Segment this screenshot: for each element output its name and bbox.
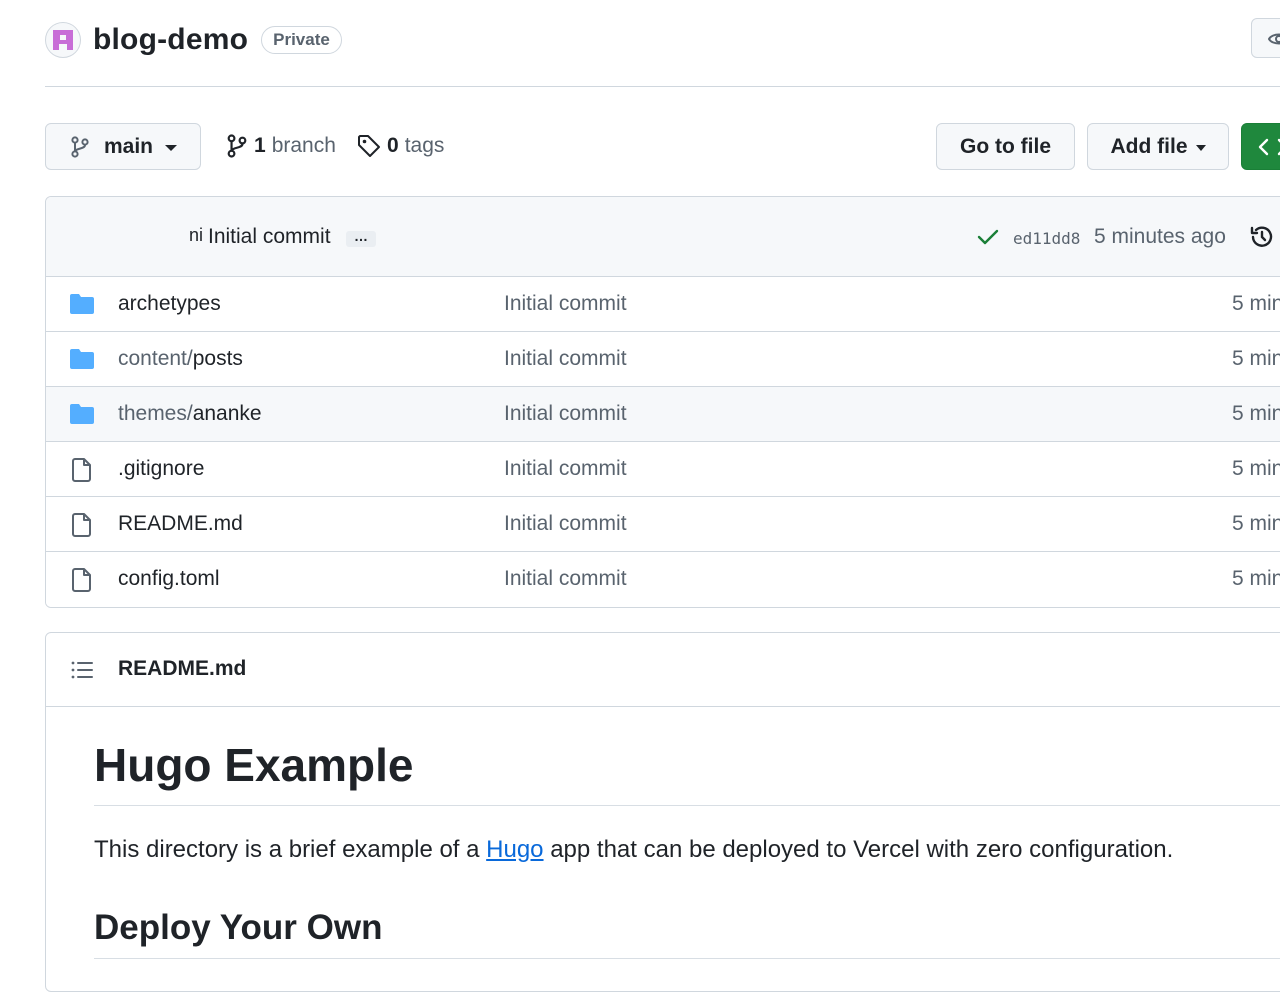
branch-count: 1 bbox=[254, 134, 266, 157]
git-branch-icon bbox=[71, 135, 89, 158]
file-row[interactable]: content/posts Initial commit 5 minutes a… bbox=[46, 332, 1280, 387]
file-commit-message[interactable]: Initial commit bbox=[504, 567, 627, 591]
commit-time: 5 minutes ago bbox=[1094, 225, 1226, 248]
tags-link[interactable]: 0 tags bbox=[357, 131, 444, 161]
file-age: 5 minutes ago bbox=[1232, 457, 1280, 480]
readme-heading: Hugo Example bbox=[94, 735, 1280, 806]
file-name-link[interactable]: config.toml bbox=[118, 567, 220, 591]
readme-filename[interactable]: README.md bbox=[118, 657, 246, 681]
readme-panel: README.md Hugo Example This directory is… bbox=[45, 632, 1280, 992]
tag-icon bbox=[358, 135, 380, 157]
list-unordered-icon[interactable] bbox=[70, 660, 94, 685]
file-name-part: archetypes bbox=[118, 292, 221, 315]
file-row[interactable]: themes/ananke Initial commit 5 minutes a… bbox=[46, 387, 1280, 442]
check-icon[interactable] bbox=[977, 227, 999, 252]
folder-icon bbox=[69, 403, 95, 430]
eye-icon bbox=[1268, 33, 1280, 45]
code-icon bbox=[1258, 138, 1280, 155]
add-file-button[interactable]: Add file bbox=[1087, 123, 1229, 170]
file-row[interactable]: README.md Initial commit 5 minutes ago bbox=[46, 497, 1280, 552]
folder-icon bbox=[69, 348, 95, 375]
history-icon[interactable] bbox=[1249, 224, 1275, 255]
file-row[interactable]: config.toml Initial commit 5 minutes ago bbox=[46, 552, 1280, 607]
file-dir-part: themes/ bbox=[118, 402, 193, 425]
owner-avatar[interactable] bbox=[45, 22, 81, 58]
file-name-link[interactable]: themes/ananke bbox=[118, 402, 262, 426]
branch-name: main bbox=[104, 134, 154, 158]
go-to-file-button[interactable]: Go to file bbox=[936, 123, 1075, 170]
file-dir-part: content/ bbox=[118, 347, 193, 370]
header-divider bbox=[45, 86, 1280, 87]
file-age: 5 minutes ago bbox=[1232, 512, 1280, 535]
file-commit-message[interactable]: Initial commit bbox=[504, 402, 627, 426]
file-name-link[interactable]: README.md bbox=[118, 512, 243, 536]
tag-count: 0 bbox=[387, 134, 399, 157]
file-name-part: README.md bbox=[118, 512, 243, 535]
visibility-badge: Private bbox=[261, 26, 342, 54]
file-list: ni Initial commit … ed11dd8 5 minutes ag… bbox=[45, 196, 1280, 608]
commit-expand-button[interactable]: … bbox=[346, 229, 376, 247]
repo-name[interactable]: blog-demo bbox=[93, 23, 248, 57]
tag-label: tags bbox=[404, 134, 445, 157]
readme-text: app that can be deployed to Vercel with … bbox=[543, 836, 1174, 863]
git-branch-icon bbox=[227, 134, 247, 158]
readme-text: This directory is a brief example of a bbox=[94, 836, 487, 863]
identicon-avatar-icon bbox=[48, 25, 78, 55]
file-name-part: posts bbox=[192, 347, 243, 370]
go-to-file-label: Go to file bbox=[960, 134, 1051, 158]
chevron-down-icon bbox=[1195, 145, 1206, 151]
commit-message[interactable]: Initial commit bbox=[208, 225, 331, 249]
readme-content: Hugo Example This directory is a brief e… bbox=[94, 707, 1280, 959]
file-commit-message[interactable]: Initial commit bbox=[504, 292, 627, 316]
hugo-link[interactable]: Hugo bbox=[486, 836, 543, 863]
branches-link[interactable]: 1 branch bbox=[226, 131, 336, 161]
readme-header: README.md bbox=[46, 633, 1280, 707]
readme-subheading: Deploy Your Own bbox=[94, 906, 1280, 959]
file-age: 5 minutes ago bbox=[1232, 567, 1280, 590]
file-row[interactable]: .gitignore Initial commit 5 minutes ago bbox=[46, 442, 1280, 497]
branch-select-button[interactable]: main bbox=[45, 123, 201, 170]
file-age: 5 minutes ago bbox=[1232, 347, 1280, 370]
file-age: 5 minutes ago bbox=[1232, 402, 1280, 425]
chevron-down-icon bbox=[165, 145, 178, 151]
file-name-link[interactable]: content/posts bbox=[118, 347, 243, 371]
latest-commit-bar: ni Initial commit … ed11dd8 5 minutes ag… bbox=[46, 197, 1280, 277]
file-name-link[interactable]: .gitignore bbox=[118, 457, 204, 481]
file-name-part: config.toml bbox=[118, 567, 220, 590]
watch-button[interactable] bbox=[1251, 18, 1280, 58]
file-age: 5 minutes ago bbox=[1232, 292, 1280, 315]
branch-label: branch bbox=[271, 134, 336, 157]
commit-sha[interactable]: ed11dd8 bbox=[1013, 229, 1080, 248]
file-icon bbox=[69, 513, 95, 542]
file-name-part: .gitignore bbox=[118, 457, 205, 480]
file-name-link[interactable]: archetypes bbox=[118, 292, 221, 316]
folder-icon bbox=[69, 293, 95, 320]
commit-author[interactable]: ni bbox=[189, 225, 207, 246]
file-row[interactable]: archetypes Initial commit 5 minutes ago bbox=[46, 277, 1280, 332]
file-name-part: ananke bbox=[192, 402, 262, 425]
file-icon bbox=[69, 568, 95, 597]
file-commit-message[interactable]: Initial commit bbox=[504, 512, 627, 536]
code-button[interactable] bbox=[1241, 123, 1280, 170]
readme-paragraph: This directory is a brief example of a H… bbox=[94, 834, 1280, 866]
add-file-label: Add file bbox=[1110, 134, 1188, 158]
file-commit-message[interactable]: Initial commit bbox=[504, 457, 627, 481]
repo-header: blog-demo Private bbox=[45, 18, 342, 62]
file-commit-message[interactable]: Initial commit bbox=[504, 347, 627, 371]
file-icon bbox=[69, 458, 95, 487]
